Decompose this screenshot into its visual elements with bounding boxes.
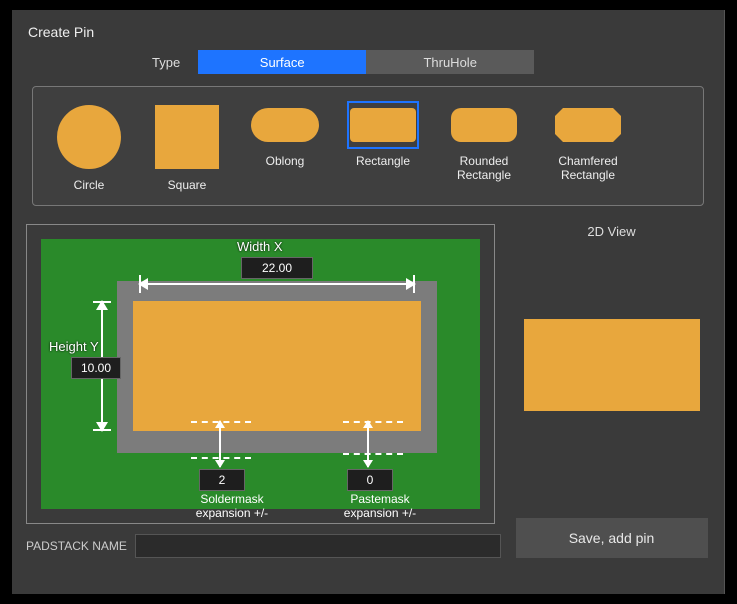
preview-2d xyxy=(524,319,700,411)
circle-icon xyxy=(57,105,121,169)
soldermask-arrow-icon xyxy=(219,421,221,467)
padstack-name-label: PADSTACK NAME xyxy=(26,539,127,553)
page-title: Create Pin xyxy=(28,24,714,40)
rectangle-icon xyxy=(350,108,416,142)
shape-circle[interactable]: Circle xyxy=(53,101,125,193)
width-label: Width X xyxy=(237,239,283,254)
type-option-thruhole[interactable]: ThruHole xyxy=(366,50,534,74)
oblong-icon xyxy=(251,108,319,142)
height-label: Height Y xyxy=(49,339,99,354)
pastemask-label: Pastemask expansion +/- xyxy=(325,493,435,521)
shape-rectangle-label: Rectangle xyxy=(356,155,410,169)
shape-circle-label: Circle xyxy=(74,179,105,193)
type-segmented-control: Surface ThruHole xyxy=(198,50,534,74)
type-selector-row: Type Surface ThruHole xyxy=(152,50,714,74)
soldermask-label: Soldermask expansion +/- xyxy=(177,493,287,521)
shape-rectangle[interactable]: Rectangle xyxy=(347,101,419,169)
shape-gallery: Circle Square Oblong Rectangle Rounded R… xyxy=(32,86,704,206)
shape-square-label: Square xyxy=(168,179,207,193)
square-icon xyxy=(155,105,219,169)
chamfered-rectangle-icon xyxy=(555,108,621,142)
preview-title: 2D View xyxy=(587,224,635,239)
padstack-name-input[interactable] xyxy=(135,534,501,558)
type-label: Type xyxy=(152,55,180,70)
width-arrow-icon xyxy=(139,283,415,285)
create-pin-panel: Create Pin Type Surface ThruHole Circle … xyxy=(12,10,725,594)
type-option-surface[interactable]: Surface xyxy=(198,50,366,74)
pastemask-arrow-icon xyxy=(367,421,369,467)
shape-square[interactable]: Square xyxy=(151,101,223,193)
shape-oblong-label: Oblong xyxy=(266,155,305,169)
shape-chamfered-rectangle[interactable]: Chamfered Rectangle xyxy=(549,101,627,183)
dimension-editor: Width X Height Y Soldermask expansion +/… xyxy=(26,224,495,524)
copper-pad xyxy=(133,301,421,431)
pastemask-input[interactable] xyxy=(347,469,393,491)
height-input[interactable] xyxy=(71,357,121,379)
shape-oblong[interactable]: Oblong xyxy=(249,101,321,169)
width-input[interactable] xyxy=(241,257,313,279)
save-add-pin-button[interactable]: Save, add pin xyxy=(516,518,708,558)
shape-rounded-label: Rounded Rectangle xyxy=(445,155,523,183)
rounded-rectangle-icon xyxy=(451,108,517,142)
soldermask-input[interactable] xyxy=(199,469,245,491)
shape-rounded-rectangle[interactable]: Rounded Rectangle xyxy=(445,101,523,183)
shape-chamfered-label: Chamfered Rectangle xyxy=(549,155,627,183)
